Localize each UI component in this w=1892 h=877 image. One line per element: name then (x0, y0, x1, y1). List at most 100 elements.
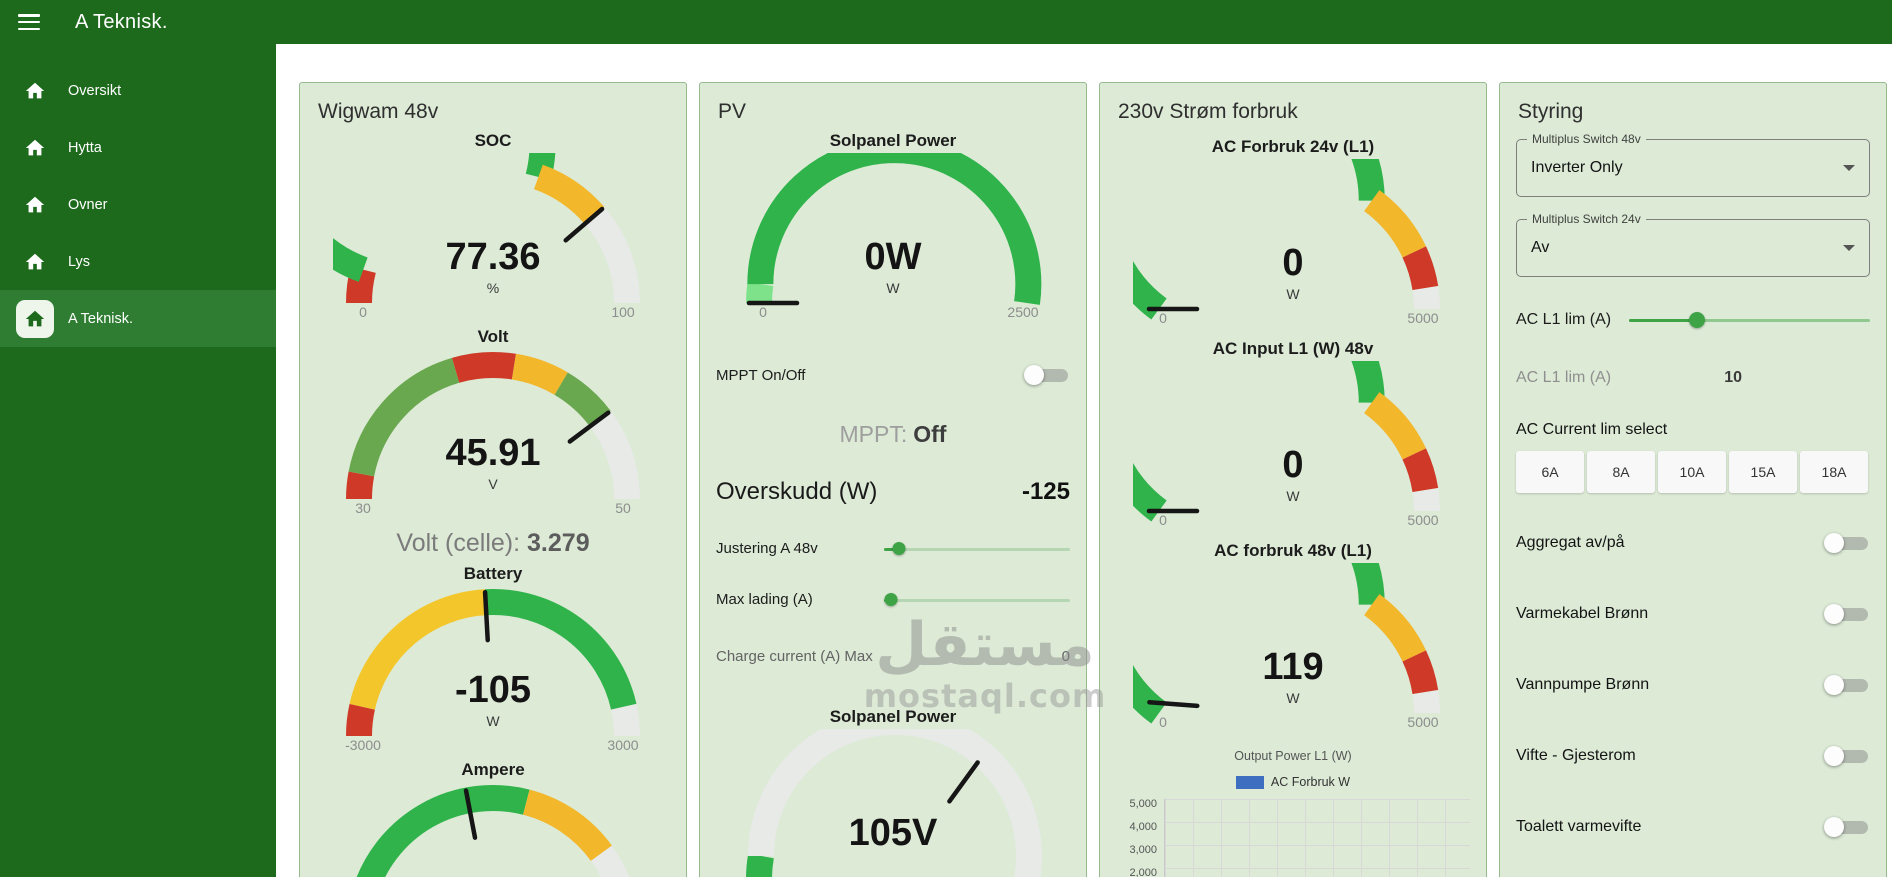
max-lading-label: Max lading (A) (716, 591, 813, 608)
y-tick: 3,000 (1129, 844, 1157, 856)
varmekabel-toggle[interactable] (1824, 604, 1870, 624)
gauge-block-ac-forbruk-24v: AC Forbruk 24v (L1) 0 W 0 5000 (1116, 135, 1470, 327)
aggregat-toggle[interactable] (1824, 533, 1870, 553)
justering-slider[interactable] (884, 541, 1070, 556)
multiplus-switch-24v-select[interactable]: Multiplus Switch 24v Av (1516, 212, 1870, 277)
app-header: A Teknisk. (0, 0, 1892, 44)
volt-gauge: 45.91 V 30 50 (333, 349, 653, 517)
gauge-title: AC Forbruk 24v (L1) (1211, 137, 1375, 156)
svg-text:-3000: -3000 (345, 737, 381, 753)
current-lim-button-10a[interactable]: 10A (1658, 451, 1726, 493)
volt-celle-value: 3.279 (527, 529, 590, 557)
overskudd-value: -125 (1021, 478, 1070, 505)
max-lading-slider[interactable] (884, 592, 1070, 607)
ac-l1-lim-slider-row: AC L1 lim (A) (1516, 311, 1870, 329)
mppt-onoff-label: MPPT On/Off (716, 366, 806, 384)
card-title: Wigwam 48v (318, 100, 439, 123)
svg-text:0: 0 (759, 304, 767, 320)
gauge-block-battery: Battery -105 W -3000 3000 (316, 562, 670, 754)
svg-text:45.91: 45.91 (445, 432, 540, 474)
main-content: Wigwam 48v SOC 77.36% 0 100 Volt 45.91 V 30 5… (276, 44, 1892, 877)
ac-current-lim-buttons: 6A 8A 10A 15A 18A (1516, 451, 1870, 493)
varmekabel-toggle-row: Varmekabel Brønn (1516, 604, 1870, 624)
card-230v-strom-forbruk: 230v Strøm forbruk AC Forbruk 24v (L1) 0… (1099, 82, 1487, 877)
volt-celle-label: Volt (celle): (396, 529, 521, 557)
vannpumpe-toggle[interactable] (1824, 675, 1870, 695)
justering-label: Justering A 48v (716, 540, 818, 557)
card-title: 230v Strøm forbruk (1118, 100, 1298, 123)
sidebar-item-label: Hytta (68, 139, 102, 156)
current-lim-button-15a[interactable]: 15A (1729, 451, 1797, 493)
svg-text:W: W (1286, 286, 1300, 302)
vifte-gjesterom-toggle[interactable] (1824, 746, 1870, 766)
card-title: Styring (1518, 100, 1584, 123)
gauge-title: Ampere (461, 760, 525, 779)
legend-swatch (1235, 775, 1264, 789)
hamburger-menu-icon[interactable] (18, 14, 40, 30)
chart-title: Output Power L1 (W) (1234, 749, 1352, 763)
gauge-block-solpanel: Solpanel Power 0W W 0 2500 (716, 129, 1070, 321)
chart-plot: 5,000 4,000 3,000 2,000 (1116, 799, 1470, 877)
svg-text:W: W (1286, 488, 1300, 504)
aggregat-toggle-row: Aggregat av/på (1516, 533, 1870, 553)
sidebar-item-label: Ovner (68, 196, 108, 213)
overskudd-label: Overskudd (W) (716, 478, 878, 505)
toalett-varmevifte-label: Toalett varmevifte (1516, 818, 1642, 835)
svg-text:5000: 5000 (1407, 512, 1438, 528)
select-label: Multiplus Switch 24v (1527, 212, 1646, 226)
gauge-title: AC Input L1 (W) 48v (1212, 339, 1374, 358)
app-title: A Teknisk. (75, 10, 168, 33)
svg-text:-105: -105 (455, 669, 531, 711)
svg-text:0W: 0W (865, 236, 922, 278)
current-lim-button-8a[interactable]: 8A (1587, 451, 1655, 493)
sidebar-item-label: A Teknisk. (68, 310, 134, 327)
svg-text:0: 0 (1282, 242, 1303, 284)
current-lim-button-18a[interactable]: 18A (1800, 451, 1868, 493)
svg-text:0: 0 (359, 304, 367, 320)
gauge-block-soc: SOC 77.36% 0 100 (316, 129, 670, 321)
card-pv: PV Solpanel Power 0W W 0 2500 MPPT On/Off M… (699, 82, 1087, 877)
home-icon (16, 186, 54, 224)
svg-text:3000: 3000 (607, 737, 638, 753)
gauge-block-ampere: Ampere (316, 758, 670, 877)
sidebar: Oversikt Hytta Ovner Lys A Teknisk. (0, 44, 276, 877)
multiplus-switch-48v-select[interactable]: Multiplus Switch 48v Inverter Only (1516, 132, 1870, 197)
svg-text:105V: 105V (849, 812, 938, 854)
gauge-title: AC forbruk 48v (L1) (1214, 541, 1372, 560)
gauge-block-ac-forbruk-48v: AC forbruk 48v (L1) 119 W 0 5000 (1116, 539, 1470, 731)
sidebar-item-ovner[interactable]: Ovner (0, 176, 276, 233)
sidebar-item-lys[interactable]: Lys (0, 233, 276, 290)
ac-l1-lim-readout-row: AC L1 lim (A) 10 (1516, 369, 1870, 387)
svg-text:5000: 5000 (1407, 310, 1438, 326)
mppt-onoff-row: MPPT On/Off (716, 365, 1070, 385)
vannpumpe-label: Vannpumpe Brønn (1516, 676, 1650, 693)
legend-label: AC Forbruk W (1270, 775, 1351, 789)
current-lim-button-6a[interactable]: 6A (1516, 451, 1584, 493)
mppt-toggle[interactable] (1024, 365, 1070, 385)
ac-current-lim-select-label: AC Current lim select (1516, 421, 1668, 438)
select-label: Multiplus Switch 48v (1527, 132, 1646, 146)
gauge-block-solpanel-2: Solpanel Power 105V (716, 705, 1070, 877)
svg-text:%: % (487, 280, 499, 296)
charge-current-row: Charge current (A) Max 0 (716, 648, 1070, 665)
varmekabel-label: Varmekabel Brønn (1516, 605, 1649, 622)
gauge-block-volt: Volt 45.91 V 30 50 (316, 325, 670, 517)
ampere-gauge (333, 782, 653, 877)
home-icon (16, 299, 54, 338)
ac-l1-lim-slider[interactable] (1629, 312, 1870, 328)
home-icon (16, 243, 54, 281)
ac-input-l1-gauge: 0 W 0 5000 (1133, 361, 1453, 529)
sidebar-item-hytta[interactable]: Hytta (0, 119, 276, 176)
sidebar-item-oversikt[interactable]: Oversikt (0, 62, 276, 119)
sidebar-item-a-teknisk[interactable]: A Teknisk. (0, 290, 276, 347)
gauge-title: Volt (477, 327, 509, 346)
svg-text:W: W (486, 713, 500, 729)
vannpumpe-toggle-row: Vannpumpe Brønn (1516, 675, 1870, 695)
vifte-gjesterom-label: Vifte - Gjesterom (1516, 747, 1636, 764)
toalett-varmevifte-toggle[interactable] (1824, 817, 1870, 837)
plot-area (1164, 799, 1470, 877)
svg-text:30: 30 (355, 500, 371, 516)
ac-l1-lim-readout-label: AC L1 lim (A) (1516, 369, 1612, 386)
mppt-status-value: Off (913, 421, 947, 447)
overskudd-row: Overskudd (W) -125 (716, 478, 1070, 506)
